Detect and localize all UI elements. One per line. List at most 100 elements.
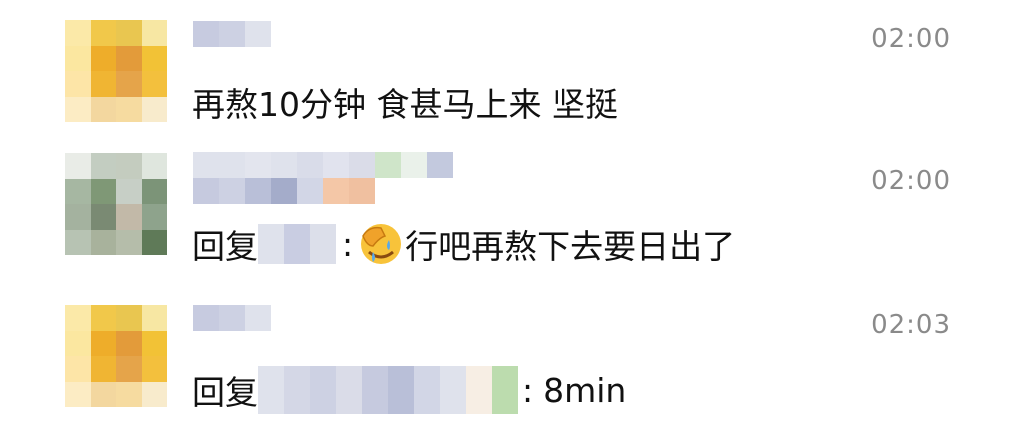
name-mosaic-tile [297,152,323,178]
message-time: 02:00 [871,24,951,54]
sender-name-redacted[interactable] [193,21,271,47]
name-mosaic-tile [193,152,219,178]
name-mosaic-tile [245,21,271,47]
name-mosaic-tile [323,178,349,204]
avatar-mosaic-tile [90,20,116,46]
avatar-mosaic-tile [65,153,91,179]
name-mosaic-tile [271,178,297,204]
avatar-mosaic-tile [90,71,116,97]
avatar-mosaic-tile [141,356,167,382]
name-mosaic-tile [193,178,219,204]
avatar[interactable] [65,153,167,255]
avatar-mosaic-tile [65,71,91,97]
avatar-mosaic-tile [116,20,142,46]
message-text: 回复 : 行吧再熬下去要日出了 [192,220,735,268]
name-mosaic-tile [375,152,401,178]
reply-target-redacted[interactable] [258,366,518,414]
message-text: 回复 : 8min [192,366,626,414]
avatar[interactable] [65,305,167,407]
message-item[interactable]: 02:03 回复 : 8min [0,284,1009,426]
avatar-mosaic-tile [90,356,116,382]
name-mosaic-tile [219,305,245,331]
avatar-mosaic-tile [141,45,167,71]
avatar-mosaic-tile [65,45,91,71]
reply-mosaic-tile [284,224,310,264]
message-body: 行吧再熬下去要日出了 [405,227,736,266]
name-mosaic-tile [219,178,245,204]
avatar[interactable] [65,20,167,122]
avatar-mosaic-tile [116,204,142,230]
name-mosaic-tile [219,152,245,178]
avatar-mosaic-tile [90,96,116,122]
avatar-mosaic-tile [141,178,167,204]
avatar-mosaic-tile [141,71,167,97]
name-mosaic-tile [271,152,297,178]
name-mosaic-tile [427,152,453,178]
reply-separator: : [522,370,534,410]
avatar-mosaic-tile [90,153,116,179]
avatar-mosaic-tile [141,381,167,407]
name-mosaic-tile [245,152,271,178]
avatar-mosaic-tile [141,153,167,179]
reply-prefix: 回复 [192,373,258,412]
avatar-mosaic-tile [65,204,91,230]
reply-separator: : [342,224,354,264]
avatar-mosaic-tile [116,381,142,407]
avatar-mosaic-tile [65,178,91,204]
avatar-mosaic-tile [65,381,91,407]
name-mosaic-tile [401,152,427,178]
avatar-mosaic-tile [141,229,167,255]
reply-mosaic-tile [310,366,336,414]
reply-mosaic-tile [362,366,388,414]
avatar-mosaic-tile [90,381,116,407]
name-mosaic-tile [297,178,323,204]
reply-mosaic-tile [492,366,518,414]
name-mosaic-tile [245,305,271,331]
avatar-mosaic-tile [141,96,167,122]
avatar-mosaic-tile [65,330,91,356]
avatar-mosaic-tile [90,229,116,255]
avatar-mosaic-tile [65,356,91,382]
avatar-mosaic-tile [116,330,142,356]
avatar-mosaic-tile [65,305,91,331]
avatar-mosaic-tile [90,330,116,356]
name-mosaic-tile [323,152,349,178]
avatar-mosaic-tile [116,229,142,255]
reply-mosaic-tile [440,366,466,414]
reply-prefix: 回复 [192,227,258,266]
reply-mosaic-tile [310,224,336,264]
reply-mosaic-tile [388,366,414,414]
avatar-mosaic-tile [116,178,142,204]
avatar-mosaic-tile [116,45,142,71]
message-item[interactable]: 02:00 回复 : 行吧再熬下去要日出了 [0,142,1009,284]
message-text: 再熬10分钟 食甚马上来 坚挺 [192,85,618,124]
avatar-mosaic-tile [90,204,116,230]
message-time: 02:00 [871,166,951,196]
avatar-mosaic-tile [141,330,167,356]
avatar-mosaic-tile [116,356,142,382]
avatar-mosaic-tile [90,178,116,204]
sender-name-redacted[interactable] [193,305,271,331]
avatar-mosaic-tile [90,305,116,331]
reply-target-redacted[interactable] [258,224,336,264]
name-mosaic-tile [349,152,375,178]
reply-mosaic-tile [336,366,362,414]
message-item[interactable]: 02:00 再熬10分钟 食甚马上来 坚挺 [0,0,1009,142]
avatar-mosaic-tile [116,71,142,97]
avatar-mosaic-tile [65,96,91,122]
avatar-mosaic-tile [65,229,91,255]
avatar-mosaic-tile [116,305,142,331]
name-mosaic-tile [193,305,219,331]
avatar-mosaic-tile [90,45,116,71]
reply-mosaic-tile [466,366,492,414]
message-body: 8min [543,370,627,410]
reply-mosaic-tile [258,366,284,414]
name-mosaic-tile [245,178,271,204]
name-mosaic-tile [349,178,375,204]
reply-mosaic-tile [414,366,440,414]
avatar-mosaic-tile [116,96,142,122]
face-palm-crying-emoji [361,224,402,264]
avatar-mosaic-tile [116,153,142,179]
sender-name-redacted[interactable] [193,152,453,204]
reply-mosaic-tile [284,366,310,414]
